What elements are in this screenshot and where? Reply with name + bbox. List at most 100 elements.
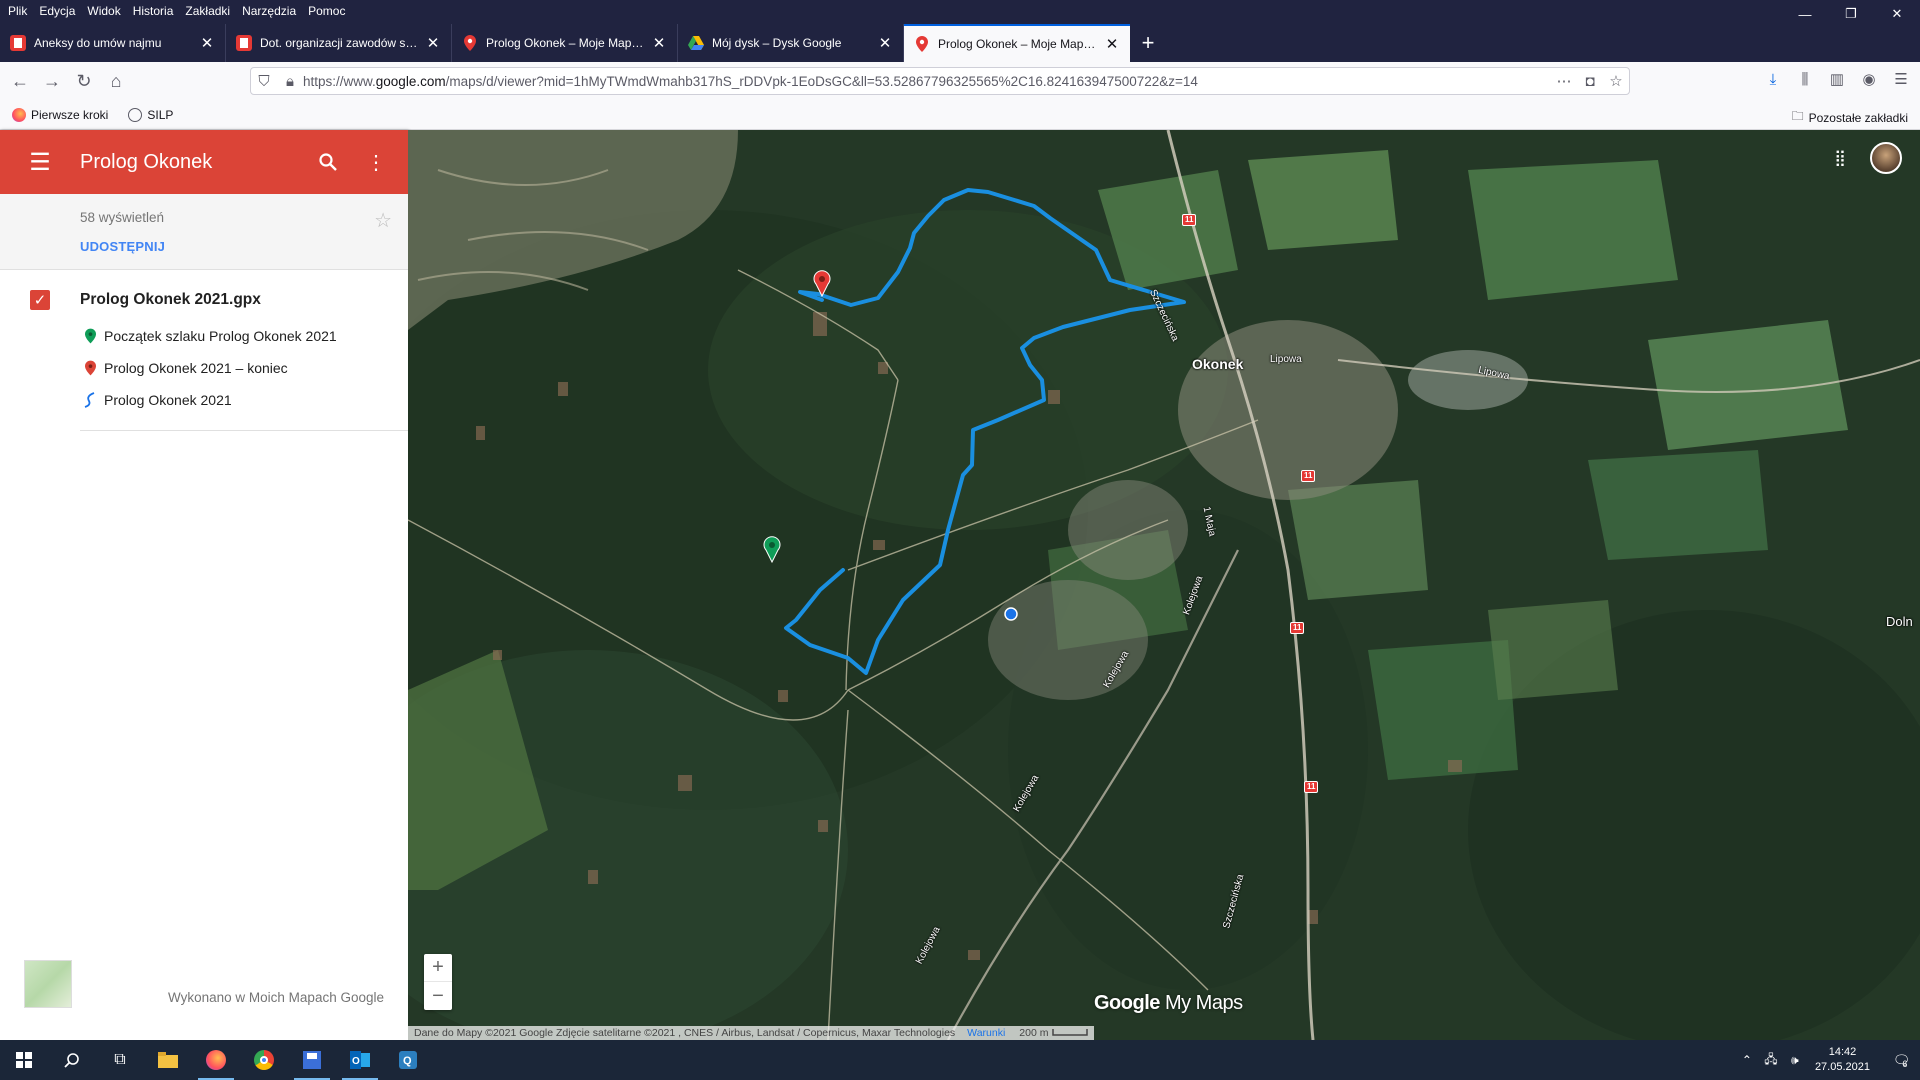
menu-history[interactable]: Historia	[127, 1, 180, 21]
search-icon[interactable]	[304, 153, 352, 171]
green-pin-icon	[82, 328, 98, 344]
close-tab-icon[interactable]: ✕	[651, 34, 667, 52]
notifications-icon[interactable]: 🗨︎ 6	[1880, 1040, 1920, 1080]
menu-help[interactable]: Pomoc	[302, 1, 351, 21]
menu-bar: Plik Edycja Widok Historia Zakładki Narz…	[0, 0, 1920, 22]
street-label: Lipowa	[1270, 354, 1302, 365]
lock-icon[interactable]: 🔒︎	[277, 68, 303, 94]
file-explorer-icon[interactable]	[144, 1040, 192, 1080]
clock-time: 14:42	[1828, 1046, 1857, 1058]
road-badge: 11	[1301, 470, 1316, 482]
layer-name: Prolog Okonek 2021.gpx	[80, 291, 261, 308]
my-maps-favicon-icon	[914, 36, 930, 52]
downloads-icon[interactable]: ⤓	[1760, 66, 1786, 92]
google-drive-icon	[688, 35, 704, 51]
feature-start-point[interactable]: Początek szlaku Prolog Okonek 2021	[82, 320, 408, 352]
chrome-icon[interactable]	[240, 1040, 288, 1080]
place-label: Doln	[1886, 614, 1913, 629]
save-app-icon[interactable]	[288, 1040, 336, 1080]
avatar[interactable]	[1870, 142, 1902, 174]
volume-icon[interactable]: 🕪︎	[1783, 1053, 1807, 1068]
globe-icon	[128, 107, 143, 122]
bookmark-silp[interactable]: SILP	[128, 107, 174, 122]
reload-icon[interactable]: ↻	[68, 65, 100, 97]
tab-moj-dysk[interactable]: Mój dysk – Dysk Google ✕	[678, 24, 904, 62]
other-bookmarks[interactable]: 🗀 Pozostałe zakładki	[1792, 107, 1908, 128]
road-badge: 11	[1304, 781, 1319, 793]
tab-label: Dot. organizacji zawodów sportowych	[260, 36, 419, 50]
tab-aneksy[interactable]: Aneksy do umów najmu ✕	[0, 24, 226, 62]
app-menu-icon[interactable]: ☰	[1888, 66, 1914, 92]
library-icon[interactable]: ⫼	[1792, 66, 1818, 92]
pocket-icon[interactable]: ◘	[1577, 68, 1603, 94]
made-with-text[interactable]: Wykonano w Moich Mapach Google	[168, 990, 384, 1005]
tab-label: Prolog Okonek – Moje Mapy Google	[486, 36, 645, 50]
close-tab-icon[interactable]: ✕	[199, 34, 215, 52]
close-tab-icon[interactable]: ✕	[877, 34, 893, 52]
layer-section: ✓ Prolog Okonek 2021.gpx Początek szlaku…	[0, 270, 408, 431]
menu-view[interactable]: Widok	[81, 1, 126, 21]
layer-checkbox[interactable]: ✓	[30, 290, 50, 310]
bookmark-pierwsze-kroki[interactable]: Pierwsze kroki	[12, 107, 109, 122]
bookmark-label: SILP	[147, 107, 174, 122]
map-thumbnail[interactable]	[24, 960, 72, 1008]
back-icon[interactable]: ←	[4, 65, 36, 97]
account-icon[interactable]: ◉	[1856, 66, 1882, 92]
feature-route-line[interactable]: Prolog Okonek 2021	[82, 384, 408, 416]
bookmarks-toolbar: Pierwsze kroki SILP 🗀 Pozostałe zakładki	[0, 100, 1920, 130]
network-icon[interactable]: 🖧︎	[1759, 1050, 1783, 1071]
zoom-out-button[interactable]: −	[424, 982, 452, 1010]
firefox-icon[interactable]	[192, 1040, 240, 1080]
hamburger-menu-icon[interactable]: ☰	[0, 148, 80, 177]
sidebar-icon[interactable]: ▥	[1824, 66, 1850, 92]
tab-organizacja[interactable]: Dot. organizacji zawodów sportowych ✕	[226, 24, 452, 62]
more-options-icon[interactable]: ⋮	[352, 150, 400, 175]
clock[interactable]: 14:42 27.05.2021	[1815, 1045, 1870, 1075]
page-actions-icon[interactable]: ⋯	[1551, 68, 1577, 94]
new-tab-button[interactable]: +	[1130, 24, 1166, 62]
menu-tools[interactable]: Narzędzia	[236, 1, 302, 21]
feature-end-point[interactable]: Prolog Okonek 2021 – koniec	[82, 352, 408, 384]
road-badge: 11	[1182, 214, 1197, 226]
map-meta: 58 wyświetleń UDOSTĘPNIJ ☆	[0, 194, 408, 270]
my-maps-favicon-icon	[462, 35, 478, 51]
tracking-protection-icon[interactable]: ⛉	[251, 68, 277, 94]
document-favicon-icon	[10, 35, 26, 51]
map-canvas[interactable]: Okonek Lipowa Lipowa Szczecińska Szczeci…	[408, 130, 1920, 1040]
star-icon[interactable]: ☆	[374, 208, 392, 233]
app-icon[interactable]: Q	[384, 1040, 432, 1080]
share-button[interactable]: UDOSTĘPNIJ	[80, 239, 408, 254]
search-icon[interactable]	[48, 1040, 96, 1080]
tab-prolog-okonek-active[interactable]: Prolog Okonek – Moje Mapy Google ✕	[904, 24, 1130, 62]
other-bookmarks-label: Pozostałe zakładki	[1808, 110, 1908, 125]
google-my-maps-logo: Google My Maps	[1094, 992, 1243, 1014]
tab-prolog-okonek-1[interactable]: Prolog Okonek – Moje Mapy Google ✕	[452, 24, 678, 62]
forward-icon[interactable]: →	[36, 65, 68, 97]
zoom-in-button[interactable]: +	[424, 954, 452, 982]
menu-file[interactable]: Plik	[0, 1, 33, 21]
bookmark-label: Pierwsze kroki	[31, 107, 109, 122]
home-icon[interactable]: ⌂	[100, 65, 132, 97]
bookmark-star-icon[interactable]: ☆	[1603, 68, 1629, 94]
feature-label: Prolog Okonek 2021 – koniec	[104, 360, 288, 376]
menu-bookmarks[interactable]: Zakładki	[179, 1, 236, 21]
svg-text:O: O	[352, 1056, 360, 1067]
red-pin-icon	[82, 360, 98, 376]
apps-grid-icon[interactable]: ⣿	[1834, 148, 1846, 168]
menu-edit[interactable]: Edycja	[33, 1, 81, 21]
firefox-icon	[12, 107, 26, 122]
divider	[80, 430, 408, 431]
task-view-icon[interactable]: ⧉	[96, 1040, 144, 1080]
close-tab-icon[interactable]: ✕	[425, 34, 441, 52]
url-text[interactable]: https://www.google.com/maps/d/viewer?mid…	[303, 74, 1551, 89]
close-tab-icon[interactable]: ✕	[1104, 35, 1120, 53]
terms-link[interactable]: Warunki	[967, 1027, 1005, 1039]
outlook-icon[interactable]: O	[336, 1040, 384, 1080]
chevron-up-icon[interactable]: ⌃	[1735, 1053, 1759, 1067]
town-label: Okonek	[1192, 356, 1244, 372]
scale-label[interactable]: 200 m	[1019, 1027, 1048, 1039]
made-with-footer: Wykonano w Moich Mapach Google	[0, 960, 408, 1040]
address-bar[interactable]: ⛉ 🔒︎ https://www.google.com/maps/d/viewe…	[250, 67, 1630, 95]
start-windows-icon[interactable]	[0, 1040, 48, 1080]
attribution-text: Dane do Mapy ©2021 Google Zdjęcie sateli…	[414, 1027, 956, 1039]
